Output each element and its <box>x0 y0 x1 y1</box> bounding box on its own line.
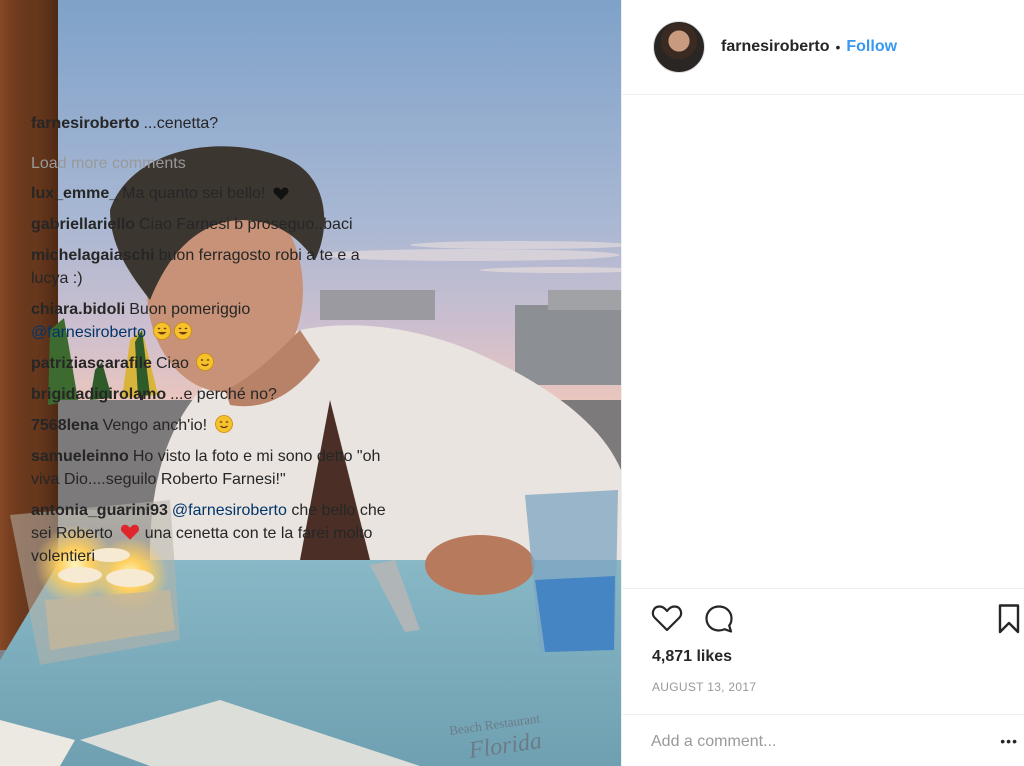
smiling-face-emoji-icon <box>196 353 215 371</box>
comment-text: Buon pomeriggio <box>129 301 251 318</box>
author-username[interactable]: farnesiroberto <box>721 38 829 56</box>
comment-text: Vengo anch'io! <box>102 417 208 434</box>
caption-username[interactable]: farnesiroberto <box>31 115 139 132</box>
smiling-face-emoji-icon <box>214 415 233 433</box>
comment-username[interactable]: lux_emme_ <box>31 185 118 202</box>
comment-username[interactable]: chiara.bidoli <box>31 301 125 318</box>
comment-username[interactable]: 7568lena <box>31 417 99 434</box>
comment-item: gabriellariello Ciao Farnesi b proseguo..… <box>31 213 391 236</box>
bookmark-icon[interactable] <box>997 603 1021 635</box>
grinning-face-emoji-icon <box>153 322 172 340</box>
comment-username[interactable]: michelagaiaschi <box>31 247 155 264</box>
caption: farnesiroberto ...cenetta? <box>31 112 391 135</box>
speech-bubble-icon[interactable] <box>703 603 735 635</box>
grinning-face-emoji-icon <box>174 322 193 340</box>
comment-username[interactable]: brigidadigirolamo <box>31 386 166 403</box>
likes-count[interactable]: 4,871 likes <box>652 648 732 666</box>
comment-item: patriziascarafile Ciao <box>31 352 391 375</box>
add-comment-input[interactable] <box>651 727 981 757</box>
follow-button[interactable]: Follow <box>846 38 897 56</box>
comment-item: brigidadigirolamo ...e perché no? <box>31 383 391 406</box>
post-date[interactable]: AUGUST 13, 2017 <box>652 680 756 694</box>
comments-list: farnesiroberto ...cenetta? Load more comm… <box>31 112 391 576</box>
add-comment-bar: ••• <box>621 714 1024 766</box>
comment-text: Ciao Farnesi b proseguo..baci <box>139 216 353 233</box>
comment-username[interactable]: patriziascarafile <box>31 355 152 372</box>
load-more-comments-button[interactable]: Load more comments <box>31 152 391 175</box>
comment-item: 7568lena Vengo anch'io! <box>31 414 391 437</box>
post-header: farnesiroberto • Follow <box>622 0 1024 95</box>
comment-text: ...e perché no? <box>170 386 277 403</box>
comment-username[interactable]: gabriellariello <box>31 216 135 233</box>
comment-item: antonia_guarini93 @farnesiroberto che bel… <box>31 499 391 568</box>
comment-text: Ma quanto sei bello! <box>122 185 266 202</box>
comment-text: Ciao <box>155 355 189 372</box>
action-bar <box>621 588 1024 648</box>
caption-text: ...cenetta? <box>143 115 219 132</box>
comment-mention[interactable]: @farnesiroberto <box>31 324 146 341</box>
author-avatar[interactable] <box>653 21 705 73</box>
header-separator: • <box>835 39 841 55</box>
comment-item: lux_emme_ Ma quanto sei bello! <box>31 182 391 205</box>
black-heart-emoji-icon <box>273 187 289 200</box>
comment-item: michelagaiaschi buon ferragosto robi a te… <box>31 244 391 290</box>
more-options-icon[interactable]: ••• <box>1000 733 1018 749</box>
comment-item: chiara.bidoli Buon pomeriggio @farnesirob… <box>31 298 391 344</box>
comment-mention[interactable]: @farnesiroberto <box>172 502 287 519</box>
red-heart-emoji-icon <box>121 524 140 540</box>
heart-outline-icon[interactable] <box>651 603 683 633</box>
comment-username[interactable]: antonia_guarini93 <box>31 502 168 519</box>
comment-username[interactable]: samueleinno <box>31 448 129 465</box>
comment-item: samueleinno Ho visto la foto e mi sono de… <box>31 445 391 491</box>
